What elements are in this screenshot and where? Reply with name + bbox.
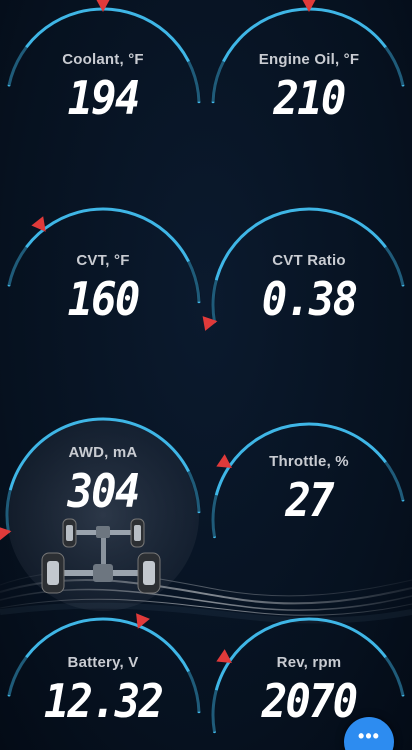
gauge-label-rev: Rev, rpm — [276, 654, 342, 671]
gauge-value-cvt: 160 — [67, 272, 141, 326]
gauge-arc-fade — [211, 689, 219, 733]
gauge-label-cvt: CVT, °F — [76, 252, 130, 269]
gauge-label-coolant: Coolant, °F — [62, 51, 144, 68]
gauge-arc-fade — [211, 494, 219, 538]
gauge-arc-fade — [211, 279, 219, 323]
gauge-label-cvt-ratio: CVT Ratio — [272, 252, 346, 269]
gauge-value-throttle: 27 — [285, 473, 334, 527]
gauge-value-engine-oil: 210 — [273, 71, 347, 125]
more-dots-icon: ••• — [358, 726, 380, 746]
gauge-value-cvt-ratio: 0.38 — [261, 272, 358, 326]
gauge-label-throttle: Throttle, % — [269, 453, 349, 470]
gauge-value-coolant: 194 — [67, 71, 141, 125]
gauge-value-battery: 12.32 — [43, 674, 164, 728]
gauge-label-awd: AWD, mA — [68, 444, 138, 461]
gauge-value-awd: 304 — [67, 464, 141, 518]
gauge-label-battery: Battery, V — [67, 654, 139, 671]
gauge-dashboard: Coolant, °F 194 Engine Oil, °F 210 CVT, … — [0, 0, 412, 750]
gauge-needle-cvt — [31, 216, 46, 232]
gauge-label-engine-oil: Engine Oil, °F — [258, 51, 360, 68]
